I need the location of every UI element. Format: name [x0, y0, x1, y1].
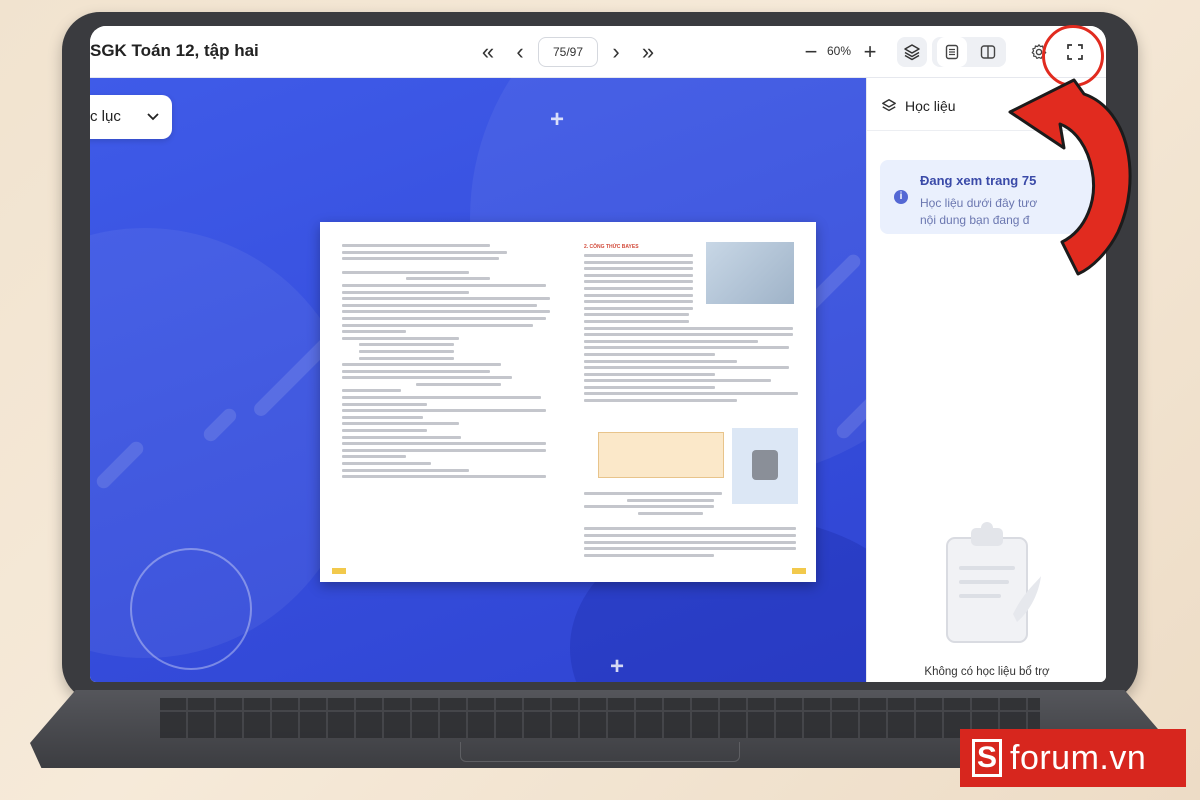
- forum-watermark-text: forum.vn: [1010, 738, 1147, 777]
- forum-logo-icon: S: [972, 739, 1002, 777]
- forum-watermark: S forum.vn: [960, 729, 1186, 787]
- red-curved-arrow-icon: [1008, 78, 1132, 276]
